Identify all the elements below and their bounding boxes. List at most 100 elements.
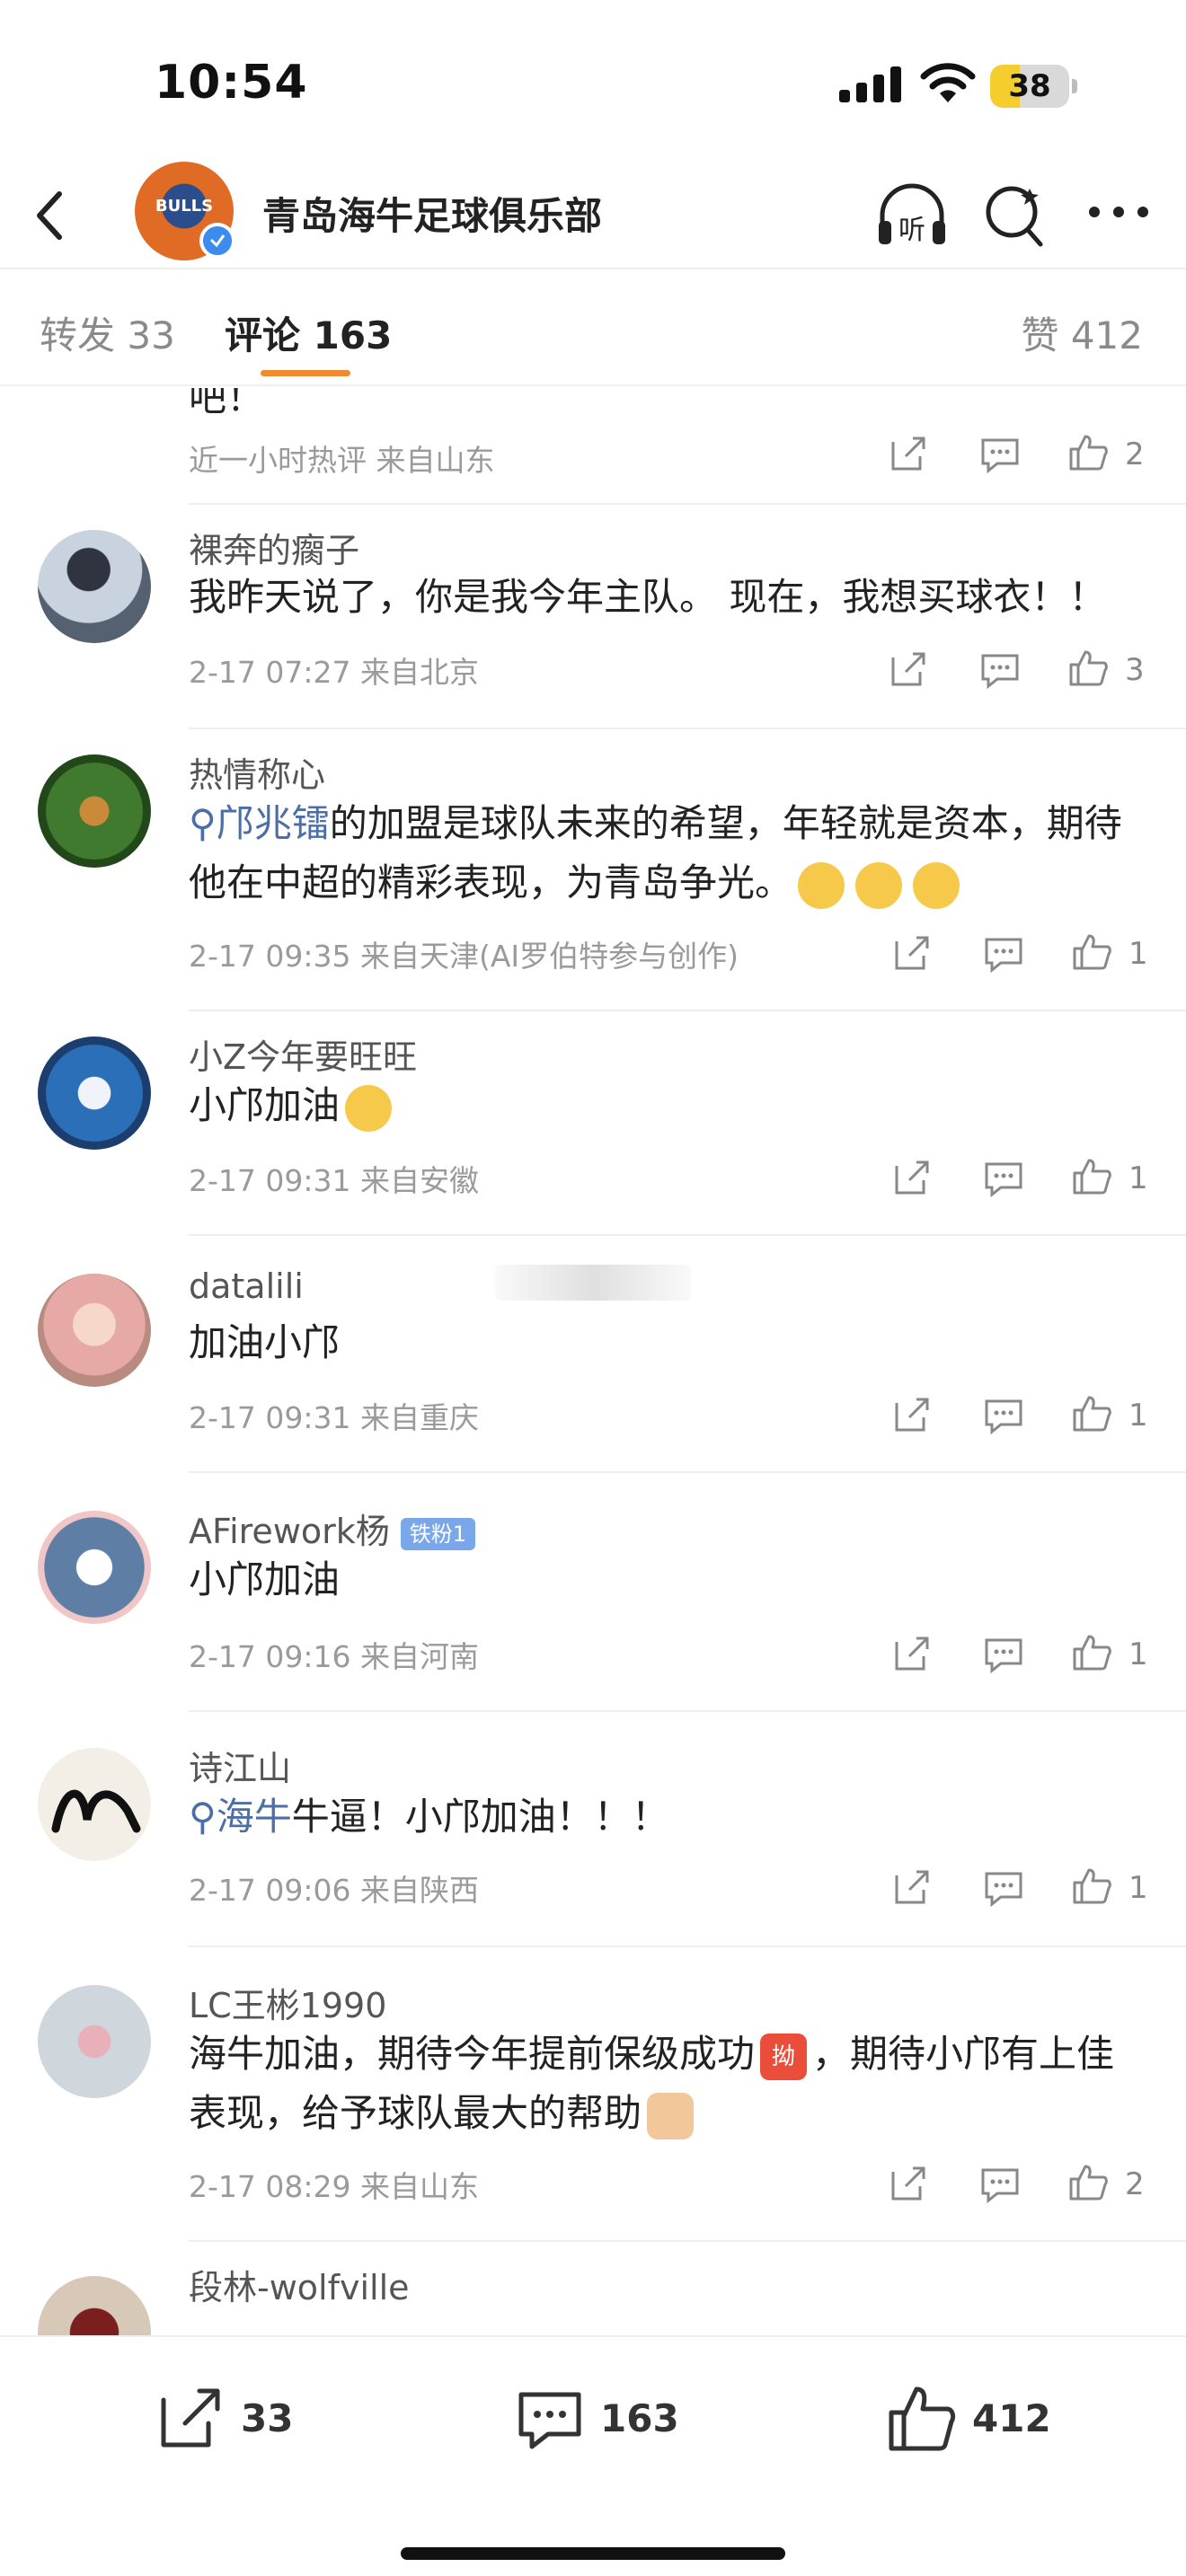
comment-text: 加油小邝 <box>189 1320 341 1364</box>
comment-meta: 2-17 09:31 来自安徽 <box>189 1163 479 1198</box>
comment-meta: 2-17 09:35 来自天津(AI罗伯特参与创作) <box>189 939 739 974</box>
comment-icon <box>518 2392 581 2449</box>
comment-text: 小邝加油 <box>189 1557 341 1601</box>
club-logo: BULLS <box>155 197 214 216</box>
share-icon[interactable] <box>891 932 933 974</box>
thumbs-up-icon[interactable] <box>1071 1155 1112 1196</box>
reply-icon[interactable] <box>979 648 1021 690</box>
reply-icon[interactable] <box>983 1866 1024 1908</box>
like-count: 2 <box>1125 2166 1145 2202</box>
shy-face-emoji-icon <box>855 861 903 909</box>
battery-icon: 38 <box>990 65 1077 108</box>
share-icon[interactable] <box>891 1394 933 1435</box>
search-icon: ⚲ <box>189 1795 217 1839</box>
reply-icon[interactable] <box>983 1157 1024 1198</box>
mention-link[interactable]: 邝兆镭 <box>217 801 330 845</box>
user-avatar[interactable] <box>38 1748 151 1861</box>
ao-emoji-icon: 拗 <box>760 2033 808 2080</box>
comment-text-body: 海牛加油，期待今年提前保级成功 <box>189 2032 756 2076</box>
home-indicator <box>401 2547 785 2560</box>
repost-button[interactable]: 33 <box>155 2382 316 2454</box>
share-icon[interactable] <box>891 1633 933 1674</box>
repost-count: 33 <box>241 2396 294 2440</box>
shy-face-emoji-icon <box>798 861 845 909</box>
comment-meta: 近一小时热评 来自山东 <box>189 443 495 478</box>
tab-comment[interactable]: 评论 163 <box>225 305 392 360</box>
share-icon <box>161 2388 220 2448</box>
tab-repost[interactable]: 转发 33 <box>40 305 175 360</box>
share-icon[interactable] <box>888 433 929 474</box>
comment-text: 小邝加油 <box>189 1076 1141 1135</box>
tab-like[interactable]: 赞 412 <box>1021 305 1143 360</box>
user-avatar[interactable] <box>38 1511 151 1624</box>
reply-icon[interactable] <box>983 1633 1024 1674</box>
thumbs-up-icon[interactable] <box>1067 431 1109 472</box>
wifi-icon <box>920 63 976 102</box>
like-button[interactable]: 412 <box>886 2382 1066 2454</box>
comment-meta: 2-17 07:27 来自北京 <box>189 655 479 690</box>
comment-meta: 2-17 09:06 来自陕西 <box>189 1873 479 1908</box>
status-bar: 10:54 38 <box>0 0 1186 162</box>
user-name[interactable]: 热情称心 <box>189 747 325 797</box>
comment-text: 吧！ <box>189 388 265 419</box>
thumbs-up-icon[interactable] <box>1071 1631 1112 1672</box>
user-name-text: AFirework杨 <box>189 1512 390 1551</box>
comment-text-body: 牛逼！小邝加油！！！ <box>291 1795 669 1839</box>
chevron-left-icon[interactable] <box>27 181 72 250</box>
like-count: 1 <box>1128 1636 1148 1672</box>
share-icon[interactable] <box>891 1866 933 1908</box>
thumbs-up-icon[interactable] <box>1067 2161 1109 2202</box>
user-name[interactable]: LC王彬1990 <box>189 1978 386 2027</box>
cellular-signal-icon <box>839 66 901 102</box>
user-name[interactable]: 裸奔的瘸子 <box>189 523 359 572</box>
share-icon[interactable] <box>891 1157 933 1198</box>
tab-active-indicator <box>261 370 350 376</box>
user-name[interactable]: 段林-wolfville <box>189 2260 410 2309</box>
bottom-action-bar: 33 163 412 <box>0 2335 1186 2576</box>
like-count: 412 <box>972 2396 1051 2440</box>
headphones-listen-icon[interactable]: 听 <box>875 181 949 250</box>
listen-label: 听 <box>898 215 925 246</box>
battery-percentage: 38 <box>1008 68 1051 104</box>
thumbs-up-icon[interactable] <box>1071 1865 1112 1906</box>
like-count: 1 <box>1128 1870 1148 1906</box>
comment-text: ⚲邝兆镭的加盟是球队未来的希望，年轻就是资本，期待他在中超的精彩表现，为青岛争光… <box>189 794 1141 913</box>
comment-count: 163 <box>600 2396 679 2440</box>
share-icon[interactable] <box>888 648 929 690</box>
user-avatar[interactable] <box>38 530 151 643</box>
user-name[interactable]: 小Z今年要旺旺 <box>189 1029 417 1079</box>
page-title[interactable]: 青岛海牛足球俱乐部 <box>262 186 602 241</box>
loading-indicator <box>494 1265 692 1301</box>
reply-icon[interactable] <box>983 932 1024 974</box>
comment-meta: 2-17 09:16 来自河南 <box>189 1639 479 1674</box>
share-icon[interactable] <box>888 2163 929 2204</box>
comment-text: ⚲海牛牛逼！小邝加油！！！ <box>189 1787 1141 1847</box>
user-avatar[interactable] <box>38 1037 151 1150</box>
reply-icon[interactable] <box>983 1394 1024 1435</box>
user-avatar[interactable] <box>38 754 151 868</box>
user-avatar[interactable] <box>38 1985 151 2098</box>
comment-text-body: 小邝加油 <box>189 1083 341 1127</box>
like-count: 1 <box>1128 1160 1148 1196</box>
mention-link[interactable]: 海牛 <box>217 1795 292 1839</box>
user-avatar[interactable] <box>38 1274 151 1387</box>
status-time: 10:54 <box>155 56 308 110</box>
like-count: 2 <box>1125 437 1145 472</box>
like-count: 1 <box>1128 936 1148 972</box>
comment-meta: 2-17 08:29 来自山东 <box>189 2169 479 2204</box>
search-icon[interactable] <box>983 181 1046 248</box>
more-icon[interactable] <box>1087 203 1150 221</box>
comment-text: 海牛加油，期待今年提前保级成功拗，期待小邝有上佳表现，给予球队最大的帮助 <box>189 2025 1141 2143</box>
tab-bar: 转发 33 评论 163 赞 412 <box>0 269 1186 386</box>
reply-icon[interactable] <box>979 2163 1021 2204</box>
thumbs-up-icon[interactable] <box>1071 1392 1112 1434</box>
thumbs-up-icon[interactable] <box>1067 647 1109 688</box>
reply-icon[interactable] <box>979 433 1021 474</box>
thumbs-up-icon[interactable] <box>1071 931 1112 972</box>
user-name[interactable]: AFirework杨 铁粉1 <box>189 1504 476 1553</box>
comment-button[interactable]: 163 <box>514 2382 694 2454</box>
user-name[interactable]: 诗江山 <box>189 1741 291 1790</box>
user-avatar[interactable] <box>38 2276 151 2337</box>
user-name[interactable]: datalili <box>189 1266 304 1306</box>
shy-face-emoji-icon <box>913 861 960 909</box>
